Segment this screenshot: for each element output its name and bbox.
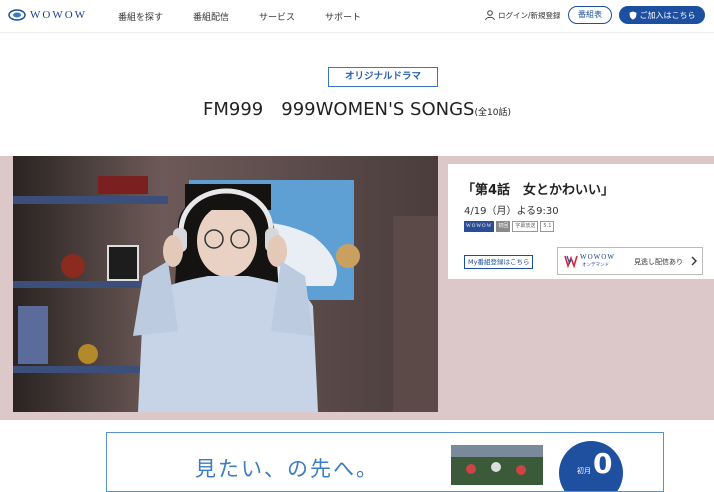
wowow-logo-icon: [8, 9, 26, 21]
main-nav: 番組を探す 番組配信 サービス サポート: [118, 10, 391, 23]
episode-tags: WOWOW 初回 字幕放送 5.1: [464, 221, 556, 232]
title-area: オリジナルドラマ FM999 999WOMEN'S SONGS(全10話): [0, 34, 714, 156]
episode-date: 4/19（月）よる9:30: [464, 206, 559, 217]
banner-price-number: 0: [593, 447, 613, 480]
audio-tag: 5.1: [540, 221, 555, 232]
nav-item-streaming[interactable]: 番組配信: [193, 10, 229, 23]
first-air-tag: 初回: [496, 221, 511, 232]
banner-photo: [451, 445, 543, 485]
episode-title: 「第4話 女とかわいい」: [462, 183, 615, 198]
hero-section: 「第4話 女とかわいい」 4/19（月）よる9:30 WOWOW 初回 字幕放送…: [0, 156, 714, 420]
banner-price-label: 初月: [577, 467, 591, 475]
show-title-text: FM999 999WOMEN'S SONGS: [203, 99, 475, 120]
mylist-button[interactable]: My番組登録はこちら: [464, 255, 534, 269]
banner-text: 見たい、の先へ。: [195, 457, 379, 481]
wowow-logo[interactable]: WOWOW: [8, 8, 87, 22]
login-link[interactable]: ログイン/新規登録: [484, 9, 561, 21]
episodes-total: (全10話): [474, 108, 511, 118]
nav-item-search[interactable]: 番組を探す: [118, 10, 163, 23]
join-button[interactable]: ご加入はこちら: [619, 6, 705, 24]
site-header: WOWOW 番組を探す 番組配信 サービス サポート ログイン/新規登録 番組表…: [0, 0, 714, 33]
ondemand-name: WOWOW: [580, 253, 615, 261]
user-icon: [485, 10, 495, 21]
nav-item-support[interactable]: サポート: [325, 10, 361, 23]
shield-icon: [629, 11, 636, 20]
hero-photo: [13, 156, 438, 412]
schedule-button[interactable]: 番組表: [568, 6, 612, 24]
login-label: ログイン/新規登録: [498, 10, 561, 20]
chevron-right-icon: [691, 256, 697, 266]
subtitle-tag: 字幕放送: [512, 221, 539, 232]
ondemand-sub: オンデマンド: [582, 263, 609, 268]
ondemand-button[interactable]: WOWOW オンデマンド 見逃し配信あり: [557, 247, 703, 275]
logo-text: WOWOW: [30, 9, 88, 21]
nav-item-services[interactable]: サービス: [259, 10, 295, 23]
promo-banner[interactable]: 見たい、の先へ。 0 初月: [106, 432, 664, 492]
join-label: ご加入はこちら: [639, 10, 696, 20]
episode-card: 「第4話 女とかわいい」 4/19（月）よる9:30 WOWOW 初回 字幕放送…: [448, 164, 714, 279]
banner-price-circle: 0 初月: [559, 441, 623, 491]
genre-badge: オリジナルドラマ: [328, 67, 438, 87]
ondemand-logo-icon: [564, 255, 578, 268]
ondemand-label: 見逃し配信あり: [634, 258, 683, 266]
hero-image: [13, 156, 438, 412]
channel-tag: WOWOW: [464, 221, 495, 232]
page-title: FM999 999WOMEN'S SONGS(全10話): [0, 95, 714, 121]
